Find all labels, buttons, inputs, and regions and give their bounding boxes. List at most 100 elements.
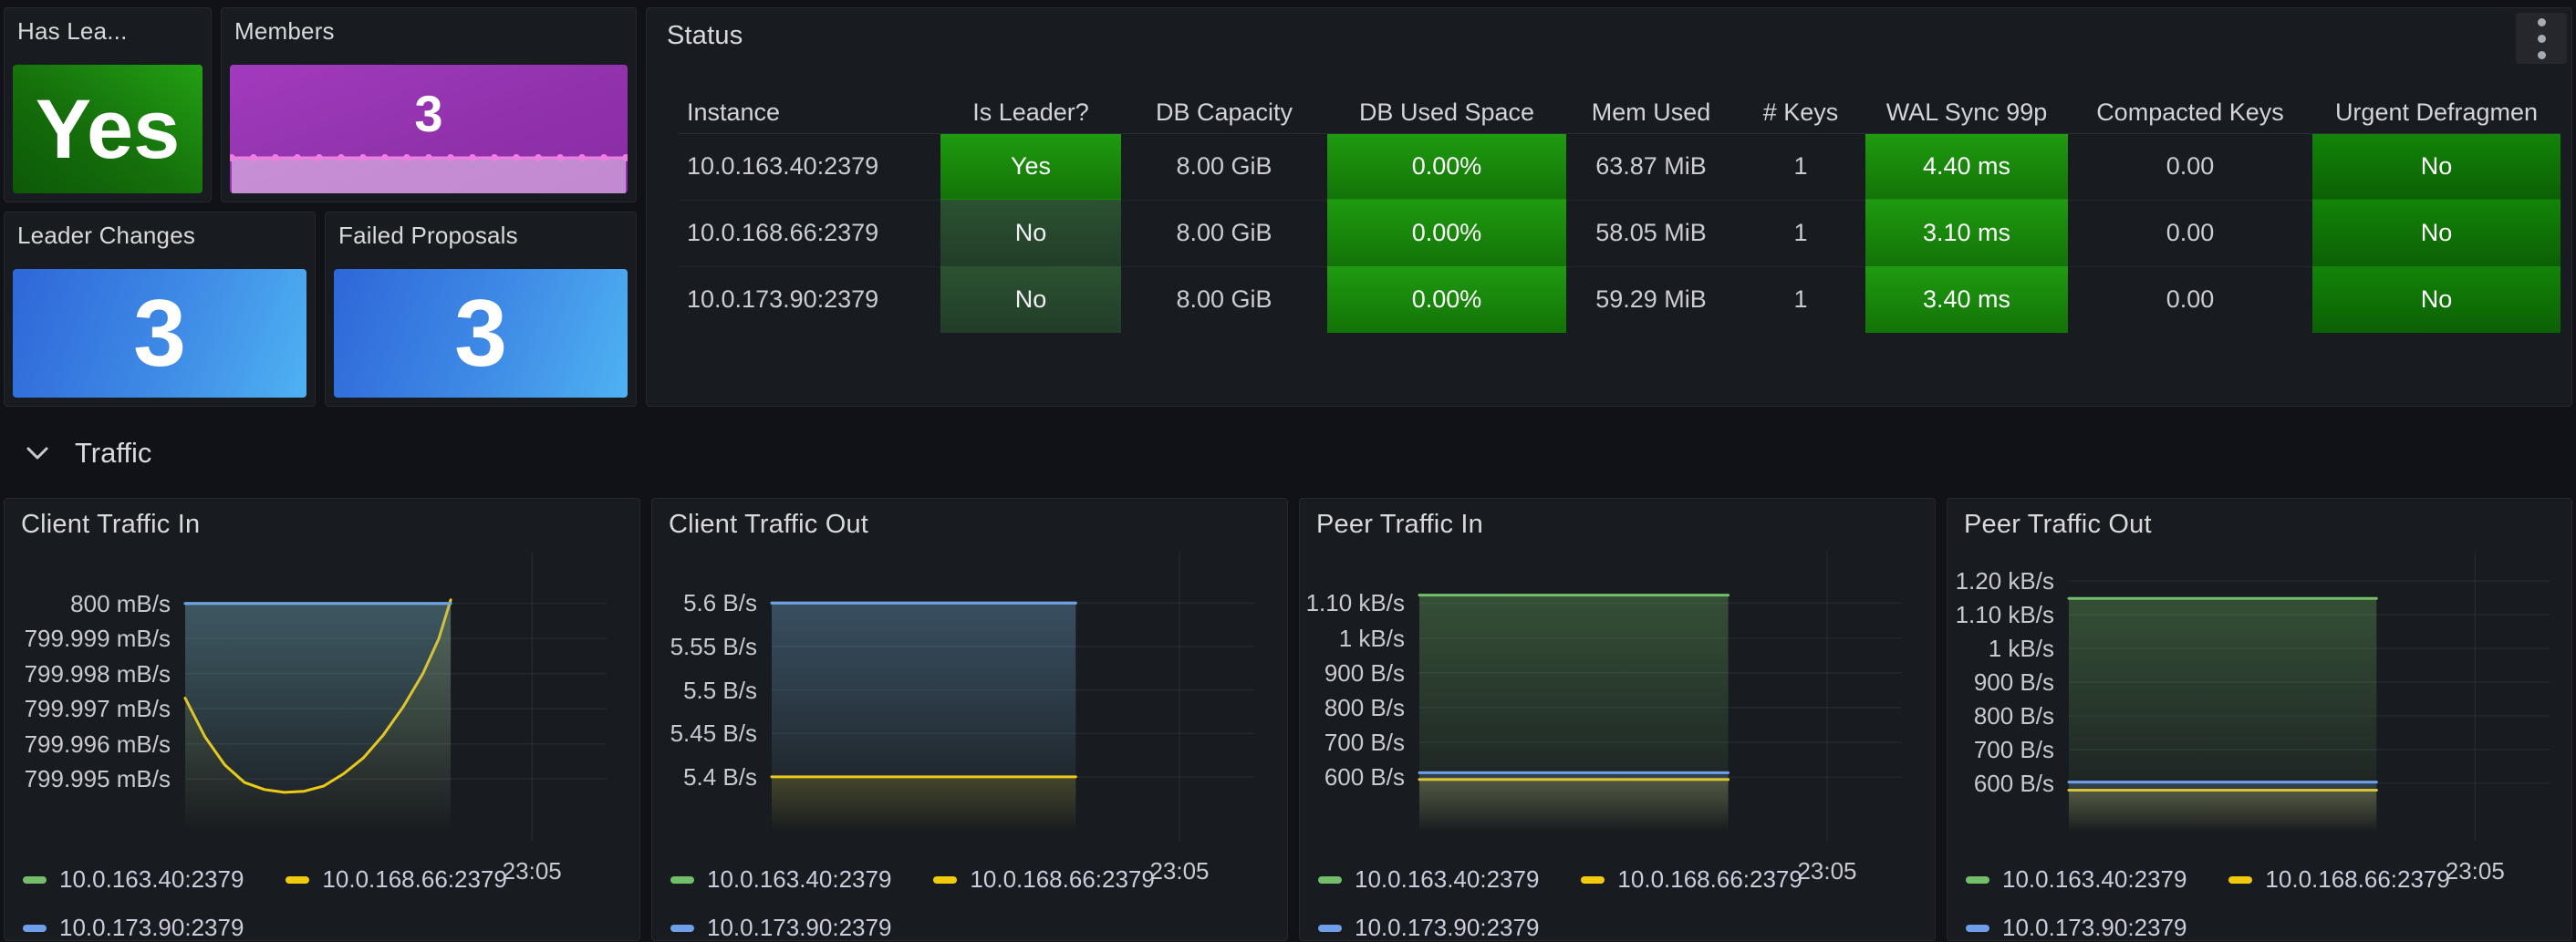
y-axis-tick-label: 1.20 kB/s <box>1948 567 2054 595</box>
panel-title[interactable]: Client Traffic Out <box>669 510 868 540</box>
column-header[interactable]: DB Capacity <box>1121 92 1327 133</box>
legend-item[interactable]: 10.0.168.66:2379 <box>933 865 1154 894</box>
chart-legend: 10.0.163.40:2379 10.0.168.66:2379 10.0.173… <box>670 865 1218 942</box>
legend-item[interactable]: 10.0.168.66:2379 <box>1581 865 1802 894</box>
column-header[interactable]: Mem Used <box>1566 92 1736 133</box>
stat-background: 3 <box>230 65 628 193</box>
table-row: 10.0.163.40:2379Yes8.00 GiB0.00%63.87 Mi… <box>678 133 2560 200</box>
y-axis-tick-label: 800 B/s <box>1948 702 2054 730</box>
stat-value: 3 <box>414 88 442 140</box>
column-header[interactable]: Instance <box>678 92 940 133</box>
panel-title[interactable]: Client Traffic In <box>21 510 200 540</box>
stat-value: 3 <box>454 286 507 381</box>
table-cell: 10.0.163.40:2379 <box>678 133 940 200</box>
table-cell: 1 <box>1736 266 1865 333</box>
chevron-down-icon <box>26 446 49 461</box>
panel-client-traffic-in: Client Traffic In 800 mB/s799.999 mB/s79… <box>4 498 640 941</box>
y-axis-tick-label: 1 kB/s <box>1300 625 1405 653</box>
panel-title[interactable]: Leader Changes <box>17 222 195 250</box>
column-header[interactable]: WAL Sync 99p <box>1865 92 2068 133</box>
legend-item[interactable]: 10.0.163.40:2379 <box>1966 865 2186 894</box>
table-cell: 10.0.168.66:2379 <box>678 200 940 266</box>
column-header[interactable]: # Keys <box>1736 92 1865 133</box>
panel-title[interactable]: Peer Traffic Out <box>1964 510 2152 540</box>
table-cell: 0.00 <box>2068 266 2312 333</box>
y-axis-tick-label: 700 B/s <box>1300 729 1405 757</box>
table-cell: 1 <box>1736 200 1865 266</box>
panel-title[interactable]: Status <box>667 21 743 51</box>
legend-series-dash <box>1966 876 1989 884</box>
y-axis-tick-label: 799.997 mB/s <box>5 695 171 723</box>
panel-title[interactable]: Peer Traffic In <box>1316 510 1483 540</box>
table-cell: No <box>2312 266 2560 333</box>
legend-series-label: 10.0.173.90:2379 <box>1355 914 1539 942</box>
legend-item[interactable]: 10.0.173.90:2379 <box>1318 914 1539 942</box>
panel-peer-traffic-out: Peer Traffic Out 1.20 kB/s1.10 kB/s1 kB/… <box>1947 498 2572 941</box>
chart-plot-area[interactable] <box>1419 572 1902 832</box>
chart-plot-area[interactable] <box>772 572 1254 832</box>
chart-legend: 10.0.163.40:2379 10.0.168.66:2379 10.0.173… <box>1966 865 2513 942</box>
table-cell: 59.29 MiB <box>1566 266 1736 333</box>
legend-series-dash <box>1966 925 1989 932</box>
chart-plot-area[interactable] <box>2069 572 2550 832</box>
legend-series-dash <box>2228 876 2252 884</box>
grafana-etcd-dashboard: { "colors": { "green_series": "#73BF69",… <box>0 0 2576 941</box>
y-axis-tick-label: 5.4 B/s <box>652 763 757 792</box>
y-axis-tick-label: 900 B/s <box>1948 668 2054 697</box>
column-header[interactable]: Is Leader? <box>940 92 1121 133</box>
column-header[interactable]: Urgent Defragmen <box>2312 92 2560 133</box>
panel-title[interactable]: Members <box>234 17 335 46</box>
traffic-section-header[interactable]: Traffic <box>26 421 151 485</box>
panel-leader-changes: Leader Changes 3 <box>4 212 316 407</box>
legend-item[interactable]: 10.0.168.66:2379 <box>2228 865 2449 894</box>
legend-series-label: 10.0.168.66:2379 <box>2265 865 2449 894</box>
y-axis-tick-label: 1 kB/s <box>1948 635 2054 663</box>
legend-series-dash <box>933 876 957 884</box>
column-header[interactable]: Compacted Keys <box>2068 92 2312 133</box>
y-axis-tick-label: 5.6 B/s <box>652 589 757 617</box>
table-cell: 63.87 MiB <box>1566 133 1736 200</box>
table-cell: No <box>2312 200 2560 266</box>
panel-title[interactable]: Failed Proposals <box>338 222 518 250</box>
legend-series-label: 10.0.163.40:2379 <box>1355 865 1539 894</box>
legend-item[interactable]: 10.0.173.90:2379 <box>23 914 244 942</box>
legend-series-label: 10.0.173.90:2379 <box>2002 914 2186 942</box>
table-cell: 58.05 MiB <box>1566 200 1736 266</box>
y-axis-tick-label: 5.55 B/s <box>652 633 757 661</box>
table-row: 10.0.173.90:2379 No 8.00 GiB0.00%59.29 MiB… <box>678 266 2560 333</box>
table-cell: 10.0.173.90:2379 <box>678 266 940 333</box>
legend-item[interactable]: 10.0.173.90:2379 <box>1966 914 2186 942</box>
legend-series-label: 10.0.163.40:2379 <box>59 865 244 894</box>
legend-series-label: 10.0.168.66:2379 <box>1617 865 1802 894</box>
table-cell: 0.00% <box>1327 266 1566 333</box>
panel-title[interactable]: Has Lea... <box>17 17 128 46</box>
legend-series-dash <box>286 876 309 884</box>
y-axis-tick-label: 799.998 mB/s <box>5 660 171 688</box>
panel-client-traffic-out: Client Traffic Out 5.6 B/s5.55 B/s5.5 B/… <box>651 498 1288 941</box>
y-axis-tick-label: 799.996 mB/s <box>5 730 171 759</box>
table-row: 10.0.168.66:2379No8.00 GiB0.00%58.05 MiB… <box>678 200 2560 266</box>
y-axis-tick-label: 600 B/s <box>1948 770 2054 798</box>
panel-members: Members 3 <box>221 7 637 202</box>
y-axis-tick-label: 5.45 B/s <box>652 719 757 748</box>
panel-has-leader: Has Lea... Yes <box>4 7 212 202</box>
legend-item[interactable]: 10.0.163.40:2379 <box>670 865 891 894</box>
legend-series-dash <box>1318 925 1342 932</box>
table-cell: 0.00% <box>1327 133 1566 200</box>
legend-series-dash <box>670 876 694 884</box>
legend-item[interactable]: 10.0.163.40:2379 <box>1318 865 1539 894</box>
table-cell: Yes <box>940 133 1121 200</box>
column-header[interactable]: DB Used Space <box>1327 92 1566 133</box>
chart-plot-area[interactable] <box>185 572 607 832</box>
legend-item[interactable]: 10.0.173.90:2379 <box>670 914 891 942</box>
chart-legend: 10.0.163.40:2379 10.0.168.66:2379 10.0.173… <box>23 865 570 942</box>
legend-item[interactable]: 10.0.168.66:2379 <box>286 865 506 894</box>
legend-item[interactable]: 10.0.163.40:2379 <box>23 865 244 894</box>
y-axis-tick-label: 700 B/s <box>1948 736 2054 764</box>
legend-series-label: 10.0.168.66:2379 <box>322 865 506 894</box>
table-cell: 0.00 <box>2068 133 2312 200</box>
table-cell: 8.00 GiB <box>1121 266 1327 333</box>
kebab-menu-icon[interactable] <box>2516 13 2567 64</box>
legend-series-dash <box>1318 876 1342 884</box>
stat-value: Yes <box>36 88 181 171</box>
